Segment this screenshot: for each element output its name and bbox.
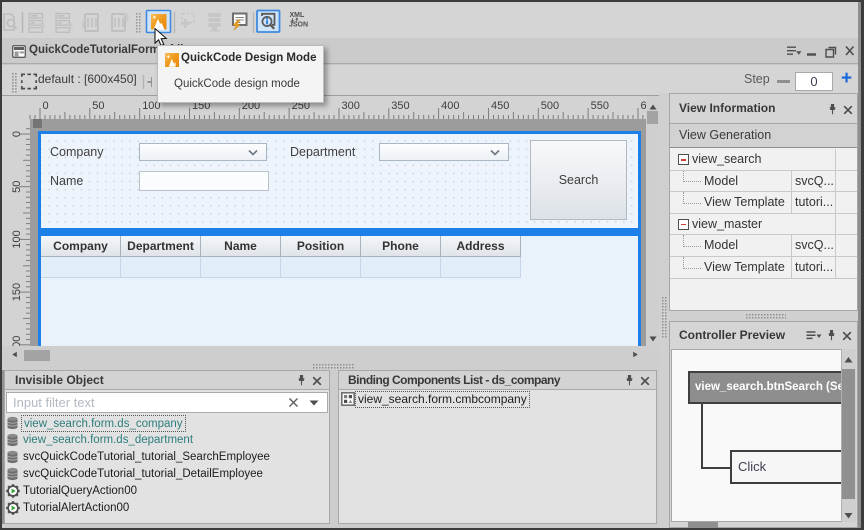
svg-text:0: 0	[11, 131, 23, 137]
svg-text:150: 150	[11, 283, 23, 301]
svg-text:350: 350	[391, 100, 409, 112]
svg-text:400: 400	[441, 100, 459, 112]
svg-text:550: 550	[591, 100, 609, 112]
svg-text:500: 500	[541, 100, 559, 112]
svg-text:0: 0	[43, 100, 49, 112]
svg-text:XML: XML	[290, 12, 306, 19]
svg-text:50: 50	[11, 181, 23, 193]
svg-text:300: 300	[342, 100, 360, 112]
svg-text:50: 50	[92, 100, 104, 112]
svg-text:450: 450	[491, 100, 509, 112]
svg-text:100: 100	[11, 230, 23, 248]
svg-text:JSON: JSON	[289, 22, 308, 29]
